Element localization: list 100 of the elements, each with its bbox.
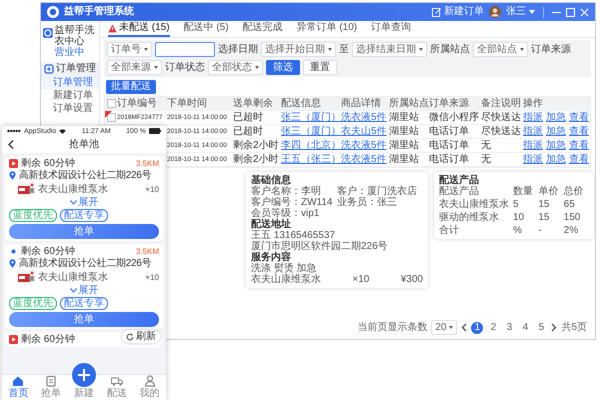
table-cell-text: 驱动的维泵水: [439, 212, 500, 223]
next-page-icon[interactable]: [551, 323, 558, 332]
product-qty: ×10: [352, 274, 370, 285]
tab-bar-item[interactable]: 首页: [2, 375, 35, 400]
column-header: 订单编号: [117, 98, 158, 110]
column-header: 备注说明: [481, 98, 522, 110]
tab[interactable]: 异常订单 (10): [296, 21, 358, 37]
delivery-link[interactable]: 李四（北京）: [281, 140, 341, 150]
tab-icon: [12, 375, 24, 387]
page-size-dropdown[interactable]: 20: [431, 320, 458, 335]
app-title: 益帮手管理系统: [64, 6, 134, 18]
action-link[interactable]: 指派: [523, 126, 543, 138]
tab-bar-item[interactable]: 抢单: [34, 375, 68, 400]
column-header: 订单来源: [429, 98, 470, 110]
table-cell-text: 15: [538, 199, 550, 210]
table-cell-text: 湖里站: [389, 112, 420, 124]
grab-order-button[interactable]: 抢单: [9, 224, 159, 239]
distance: 3.5KM: [136, 158, 159, 169]
filter-button[interactable]: 筛选: [266, 60, 300, 75]
filter-button[interactable]: 重置: [303, 60, 337, 75]
filter-label: 选择日期: [218, 44, 258, 56]
page-number[interactable]: 3: [503, 322, 516, 334]
action-link[interactable]: 查看: [569, 140, 589, 152]
user-menu[interactable]: 张三: [506, 6, 535, 18]
product-link[interactable]: 洗衣液5件: [341, 154, 387, 164]
sidebar-item[interactable]: 新建订单: [41, 89, 99, 102]
batch-delivery-button[interactable]: 批量配送: [106, 80, 156, 94]
expand-button[interactable]: 展开: [70, 285, 98, 296]
battery-icon: [149, 128, 162, 134]
location-icon: [9, 259, 16, 268]
checkbox[interactable]: [107, 113, 116, 122]
dropdown[interactable]: 选择开始日期: [261, 42, 336, 57]
table-cell-text: 湖里站: [389, 126, 420, 138]
tab-bar-item[interactable]: 我的: [133, 375, 166, 400]
checkbox[interactable]: [107, 99, 116, 108]
product-link[interactable]: 洗衣液5件: [341, 140, 387, 150]
table-cell-text: 已超时: [233, 112, 264, 124]
action-link[interactable]: 加急: [546, 126, 566, 138]
previous-page-icon[interactable]: [461, 323, 468, 332]
page-number[interactable]: 5: [535, 322, 548, 334]
dropdown[interactable]: 全部状态: [208, 60, 263, 75]
close-icon[interactable]: [580, 8, 589, 16]
delivery-link[interactable]: 王五（张三）: [281, 154, 341, 164]
column-header: 操作: [523, 98, 544, 110]
maximize-icon[interactable]: [566, 8, 575, 16]
table-cell-text: 尽快送达: [481, 112, 522, 124]
table-cell-text: 湖里站: [389, 140, 420, 152]
new-order-button[interactable]: 新建订单: [432, 6, 484, 18]
delivery-link[interactable]: 张三（厦门）: [281, 126, 341, 136]
table-cell-text: 15: [538, 212, 550, 223]
action-link[interactable]: 查看: [569, 112, 589, 124]
page-number[interactable]: 4: [519, 322, 532, 334]
expand-button[interactable]: 展开: [70, 197, 98, 208]
column-header: 所属站点: [389, 98, 429, 110]
dropdown[interactable]: 全部来源: [107, 60, 162, 75]
filter-label: 订单状态: [165, 62, 205, 74]
tag: 配送专享: [60, 209, 108, 222]
tag: 配送专享: [60, 297, 108, 310]
dropdown[interactable]: 选择结束日期: [352, 42, 427, 57]
table-cell-text: 湖里站: [389, 154, 420, 166]
dropdown[interactable]: 订单号: [107, 42, 152, 57]
card-title: 配送产品: [439, 175, 480, 186]
tab[interactable]: 配送中 (5): [184, 21, 229, 37]
page-total: 共5页: [561, 322, 587, 334]
product-link[interactable]: 衣夫山5件: [341, 126, 387, 136]
delivery-link[interactable]: 张三（厦门）: [281, 112, 341, 122]
action-link[interactable]: 指派: [523, 154, 543, 166]
sidebar-item[interactable]: 订单设置: [41, 102, 99, 115]
grab-order-button[interactable]: 抢单: [9, 312, 159, 327]
tab[interactable]: 订单查询: [371, 21, 412, 37]
action-link[interactable]: 加急: [546, 154, 566, 166]
tab-bar-item[interactable]: 配送: [100, 375, 134, 400]
contact-text: 王五 13165465537: [251, 230, 336, 241]
action-link[interactable]: 加急: [546, 112, 566, 124]
page-size-label: 当前页显示条数: [357, 322, 428, 334]
info-field: 会员等级：vip1: [251, 208, 337, 219]
tab[interactable]: 配送完成: [242, 21, 283, 37]
back-icon[interactable]: [8, 140, 14, 149]
refresh-button[interactable]: 刷新: [122, 330, 160, 343]
card-title: 基础信息: [251, 175, 292, 186]
sidebar-section[interactable]: 订单管理: [41, 62, 99, 76]
search-field[interactable]: [155, 42, 215, 57]
action-link[interactable]: 查看: [569, 154, 589, 166]
sidebar-item[interactable]: 订单管理: [41, 76, 99, 89]
action-link[interactable]: 指派: [523, 140, 543, 152]
table-cell-text: 衣夫山康维泵水: [439, 199, 510, 210]
table-cell-text: 150: [564, 212, 582, 223]
page-number[interactable]: 2: [487, 322, 500, 334]
tab[interactable]: 未配送 (15): [108, 21, 170, 37]
product-link[interactable]: 洗衣液5件: [341, 112, 387, 122]
table-cell-text: 已超时: [233, 126, 264, 138]
quantity: ×10: [145, 272, 159, 282]
tab-bar-item[interactable]: 新建: [68, 363, 100, 400]
action-link[interactable]: 查看: [569, 126, 589, 138]
action-link[interactable]: 加急: [546, 140, 566, 152]
quantity: ×10: [145, 184, 159, 194]
dropdown[interactable]: 全部站点: [473, 42, 528, 57]
page-number[interactable]: 1: [471, 322, 484, 334]
table-cell-text: 5: [513, 199, 520, 210]
action-link[interactable]: 指派: [523, 112, 543, 124]
